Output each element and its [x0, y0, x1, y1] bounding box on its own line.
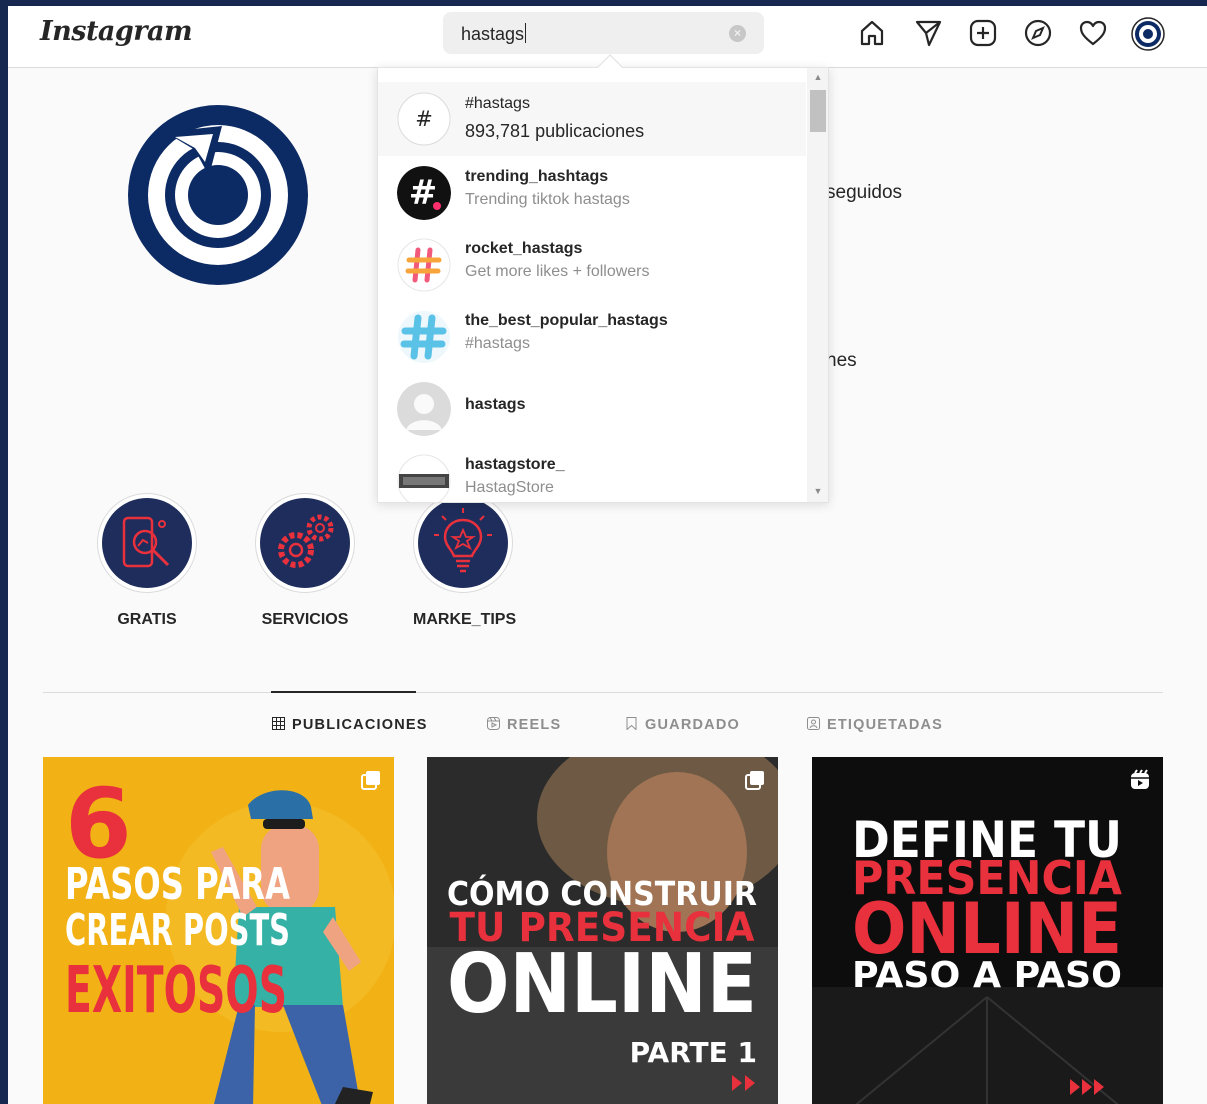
search-input[interactable]: hastags ×	[443, 12, 764, 54]
result-name: the_best_popular_hastags	[465, 312, 668, 329]
highlight-label: GRATIS	[117, 611, 177, 628]
scroll-up-arrow-icon[interactable]: ▲	[811, 72, 825, 84]
result-subtitle: Trending tiktok hastags	[465, 191, 630, 208]
tab-label: REELS	[507, 717, 562, 733]
search-result[interactable]: rocket_hastags Get more likes + follower…	[378, 228, 806, 300]
scroll-down-arrow-icon[interactable]: ▼	[811, 486, 825, 498]
best-popular-avatar	[397, 310, 451, 364]
highlight-marke-tips[interactable]: MARKE_TIPS	[413, 493, 517, 629]
bookmark-icon	[626, 717, 637, 730]
tab-label: GUARDADO	[645, 717, 740, 733]
search-query[interactable]: hastags	[461, 23, 526, 45]
result-subtitle: Get more likes + followers	[465, 263, 650, 280]
reel-icon	[1131, 769, 1149, 789]
highlight-gratis[interactable]: GRATIS	[97, 493, 197, 629]
carousel-icon	[361, 771, 380, 790]
highlight-label: MARKE_TIPS	[413, 611, 517, 628]
post-headline: PASO A PASO	[852, 955, 1122, 996]
instagram-window: Instagram hastags × seguidos nes # #hast…	[8, 6, 1207, 1104]
tab-guardado[interactable]: GUARDADO	[625, 717, 740, 733]
post-tile[interactable]: 6 PASOS PARA CREAR POSTS EXITOSOS	[43, 757, 394, 1104]
following-count-label[interactable]: seguidos	[826, 182, 902, 204]
search-results-dropdown: # #hastags 893,781 publicaciones # trend…	[377, 67, 829, 503]
carousel-icon	[745, 771, 764, 790]
tab-label: PUBLICACIONES	[292, 717, 428, 733]
instagram-logo[interactable]: Instagram	[40, 16, 193, 47]
result-name: hastagstore_	[465, 456, 565, 473]
result-subtitle: #hastags	[465, 335, 530, 352]
phone-search-icon	[102, 498, 192, 588]
result-name: trending_hashtags	[465, 168, 609, 185]
search-result[interactable]: # #hastags 893,781 publicaciones	[378, 82, 806, 156]
default-avatar	[397, 382, 451, 436]
result-name: #hastags	[465, 95, 530, 112]
post-headline: PARTE 1	[630, 1036, 757, 1069]
tab-publicaciones[interactable]: PUBLICACIONES	[272, 717, 428, 733]
post-headline: CREAR POSTS	[65, 905, 290, 956]
dropdown-scrollbar[interactable]	[807, 68, 828, 502]
search-result[interactable]: hastagstore_ HastagStore	[378, 444, 806, 502]
tab-etiquetadas[interactable]: ETIQUETADAS	[807, 717, 943, 733]
explore-icon[interactable]	[1023, 18, 1053, 48]
svg-text:#: #	[415, 107, 433, 131]
post-tile[interactable]: CÓMO CONSTRUIR TU PRESENCIA ONLINE PARTE…	[427, 757, 778, 1104]
clear-search-icon[interactable]: ×	[729, 25, 746, 42]
post-tile[interactable]: DEFINE TU PRESENCIA ONLINE PASO A PASO	[812, 757, 1163, 1104]
profile-avatar[interactable]	[1131, 17, 1165, 51]
gears-icon	[260, 498, 350, 588]
tab-label: ETIQUETADAS	[827, 717, 944, 733]
result-name: hastags	[465, 396, 526, 413]
home-icon[interactable]	[857, 18, 887, 48]
result-name: rocket_hastags	[465, 240, 583, 257]
grid-icon	[272, 717, 285, 730]
svg-text:#: #	[409, 173, 438, 213]
search-result[interactable]: # trending_hashtags Trending tiktok hast…	[378, 156, 806, 228]
activity-icon[interactable]	[1078, 18, 1108, 48]
highlight-label: SERVICIOS	[261, 611, 349, 628]
post-headline: PASOS PARA	[65, 859, 290, 910]
rocket-hastags-avatar	[397, 238, 451, 292]
search-result[interactable]: the_best_popular_hastags #hastags	[378, 300, 806, 372]
post-headline: EXITOSOS	[65, 954, 287, 1028]
highlight-servicios[interactable]: SERVICIOS	[255, 493, 355, 629]
tagged-icon	[807, 717, 820, 730]
result-subtitle: 893,781 publicaciones	[465, 121, 645, 141]
profile-picture[interactable]	[127, 104, 309, 286]
result-subtitle: HastagStore	[465, 479, 554, 496]
scrollbar-thumb[interactable]	[810, 90, 826, 132]
lightbulb-icon	[418, 498, 508, 588]
active-tab-indicator	[271, 691, 416, 693]
profile-tabs-divider	[43, 692, 1163, 693]
hashtag-icon: #	[397, 92, 451, 146]
tab-reels[interactable]: REELS	[487, 717, 561, 733]
new-post-icon[interactable]	[968, 18, 998, 48]
direct-icon[interactable]	[913, 18, 943, 48]
bio-text: nes	[826, 350, 857, 371]
trending-hashtags-avatar: #	[397, 166, 451, 220]
search-result[interactable]: hastags	[378, 372, 806, 444]
reels-icon	[487, 717, 500, 730]
hastagstore-avatar	[397, 454, 451, 502]
post-headline: ONLINE	[447, 937, 757, 1032]
